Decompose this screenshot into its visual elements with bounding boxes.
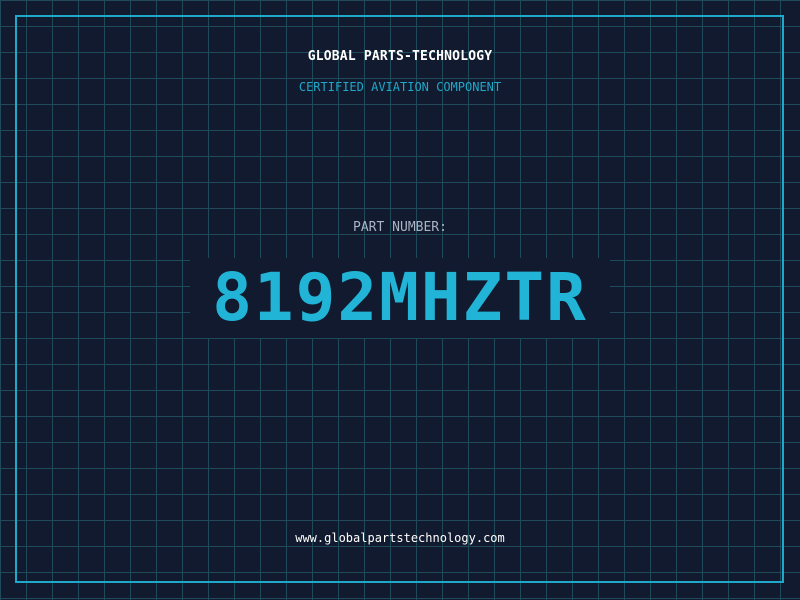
part-number-label: PART NUMBER: (353, 220, 447, 235)
part-number-value: 8192MHZTR (212, 259, 588, 336)
website-url: www.globalpartstechnology.com (295, 531, 505, 545)
certificate-card: GLOBAL PARTS-TECHNOLOGY CERTIFIED AVIATI… (0, 0, 800, 600)
company-name: GLOBAL PARTS-TECHNOLOGY (307, 49, 493, 64)
tagline: CERTIFIED AVIATION COMPONENT (298, 80, 502, 94)
